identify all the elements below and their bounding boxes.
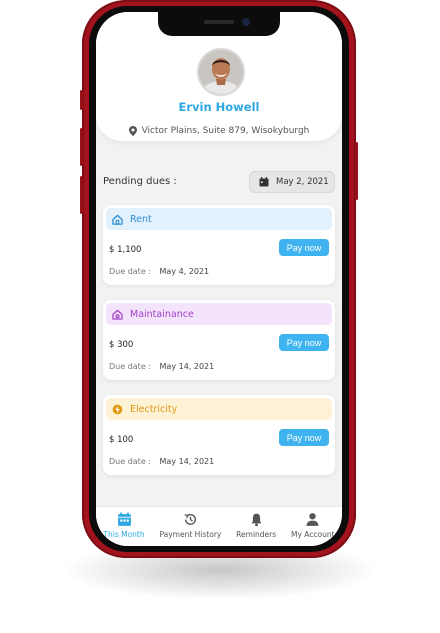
bill-title: Electricity xyxy=(130,403,178,415)
bill-title: Rent xyxy=(130,213,152,225)
phone-bezel: Ervin Howell Victor Plains, Suite 879, W… xyxy=(89,6,349,552)
front-camera xyxy=(242,18,250,26)
tab-label: My Account xyxy=(290,530,335,539)
due-date-value: May 4, 2021 xyxy=(159,267,210,276)
pay-now-button[interactable]: Pay now xyxy=(279,334,329,351)
tab-label: Reminders xyxy=(236,530,277,539)
address-text: Victor Plains, Suite 879, Wisokyburgh xyxy=(141,126,310,136)
bill-card-maintainance: Maintainance $ 300 Pay now Due date : Ma… xyxy=(103,300,335,380)
notch xyxy=(158,12,280,36)
due-date-value: May 14, 2021 xyxy=(159,457,215,466)
pending-dues-label: Pending dues : xyxy=(103,176,177,187)
bill-amount: $ 100 xyxy=(109,435,134,445)
tab-label: This Month xyxy=(103,530,145,539)
tab-label: Payment History xyxy=(159,530,222,539)
speaker-grille xyxy=(204,20,234,24)
history-icon xyxy=(184,513,196,525)
bell-icon xyxy=(251,513,262,527)
pending-dues-row: Pending dues : May 2, 2021 xyxy=(103,171,335,195)
power-button xyxy=(355,142,358,200)
pay-now-button[interactable]: Pay now xyxy=(279,239,329,256)
app-screen: Ervin Howell Victor Plains, Suite 879, W… xyxy=(96,12,342,546)
bill-due-date: Due date : May 14, 2021 xyxy=(109,457,214,466)
tab-reminders[interactable]: Reminders xyxy=(236,507,276,539)
calendar-icon xyxy=(259,177,269,187)
due-date-label: Due date : xyxy=(109,267,151,276)
phone-frame: Ervin Howell Victor Plains, Suite 879, W… xyxy=(80,0,358,558)
tab-this-month[interactable]: This Month xyxy=(103,507,145,539)
bill-card-header: Electricity xyxy=(106,398,332,420)
tab-payment-history[interactable]: Payment History xyxy=(159,507,221,539)
bill-amount: $ 1,100 xyxy=(109,245,142,255)
due-date-label: Due date : xyxy=(109,362,151,371)
bolt-icon xyxy=(112,404,123,414)
due-date-label: Due date : xyxy=(109,457,151,466)
bill-title: Maintainance xyxy=(130,308,194,320)
mute-switch xyxy=(80,90,83,110)
calendar-icon xyxy=(117,512,131,526)
bill-card-header: Rent xyxy=(106,208,332,230)
selected-date: May 2, 2021 xyxy=(276,177,329,187)
home-icon xyxy=(112,214,123,225)
house-gear-icon xyxy=(112,309,123,320)
bill-card-rent: Rent $ 1,100 Pay now Due date : May 4, 2… xyxy=(103,205,335,285)
avatar[interactable] xyxy=(197,48,245,96)
location-pin-icon xyxy=(128,126,137,136)
user-name: Ervin Howell xyxy=(178,100,260,114)
volume-down-button xyxy=(80,176,83,214)
bill-due-date: Due date : May 4, 2021 xyxy=(109,267,209,276)
volume-up-button xyxy=(80,128,83,166)
pay-now-button[interactable]: Pay now xyxy=(279,429,329,446)
date-picker-button[interactable]: May 2, 2021 xyxy=(249,171,335,193)
tab-my-account[interactable]: My Account xyxy=(291,507,335,539)
bill-card-header: Maintainance xyxy=(106,303,332,325)
due-date-value: May 14, 2021 xyxy=(159,362,215,371)
bill-due-date: Due date : May 14, 2021 xyxy=(109,362,214,371)
bottom-tab-bar: This Month Payment History Reminders My … xyxy=(96,506,342,546)
user-address: Victor Plains, Suite 879, Wisokyburgh xyxy=(96,126,342,136)
bill-amount: $ 300 xyxy=(109,340,134,350)
avatar-photo xyxy=(199,50,243,94)
bill-card-electricity: Electricity $ 100 Pay now Due date : May… xyxy=(103,395,335,475)
person-icon xyxy=(306,513,319,526)
